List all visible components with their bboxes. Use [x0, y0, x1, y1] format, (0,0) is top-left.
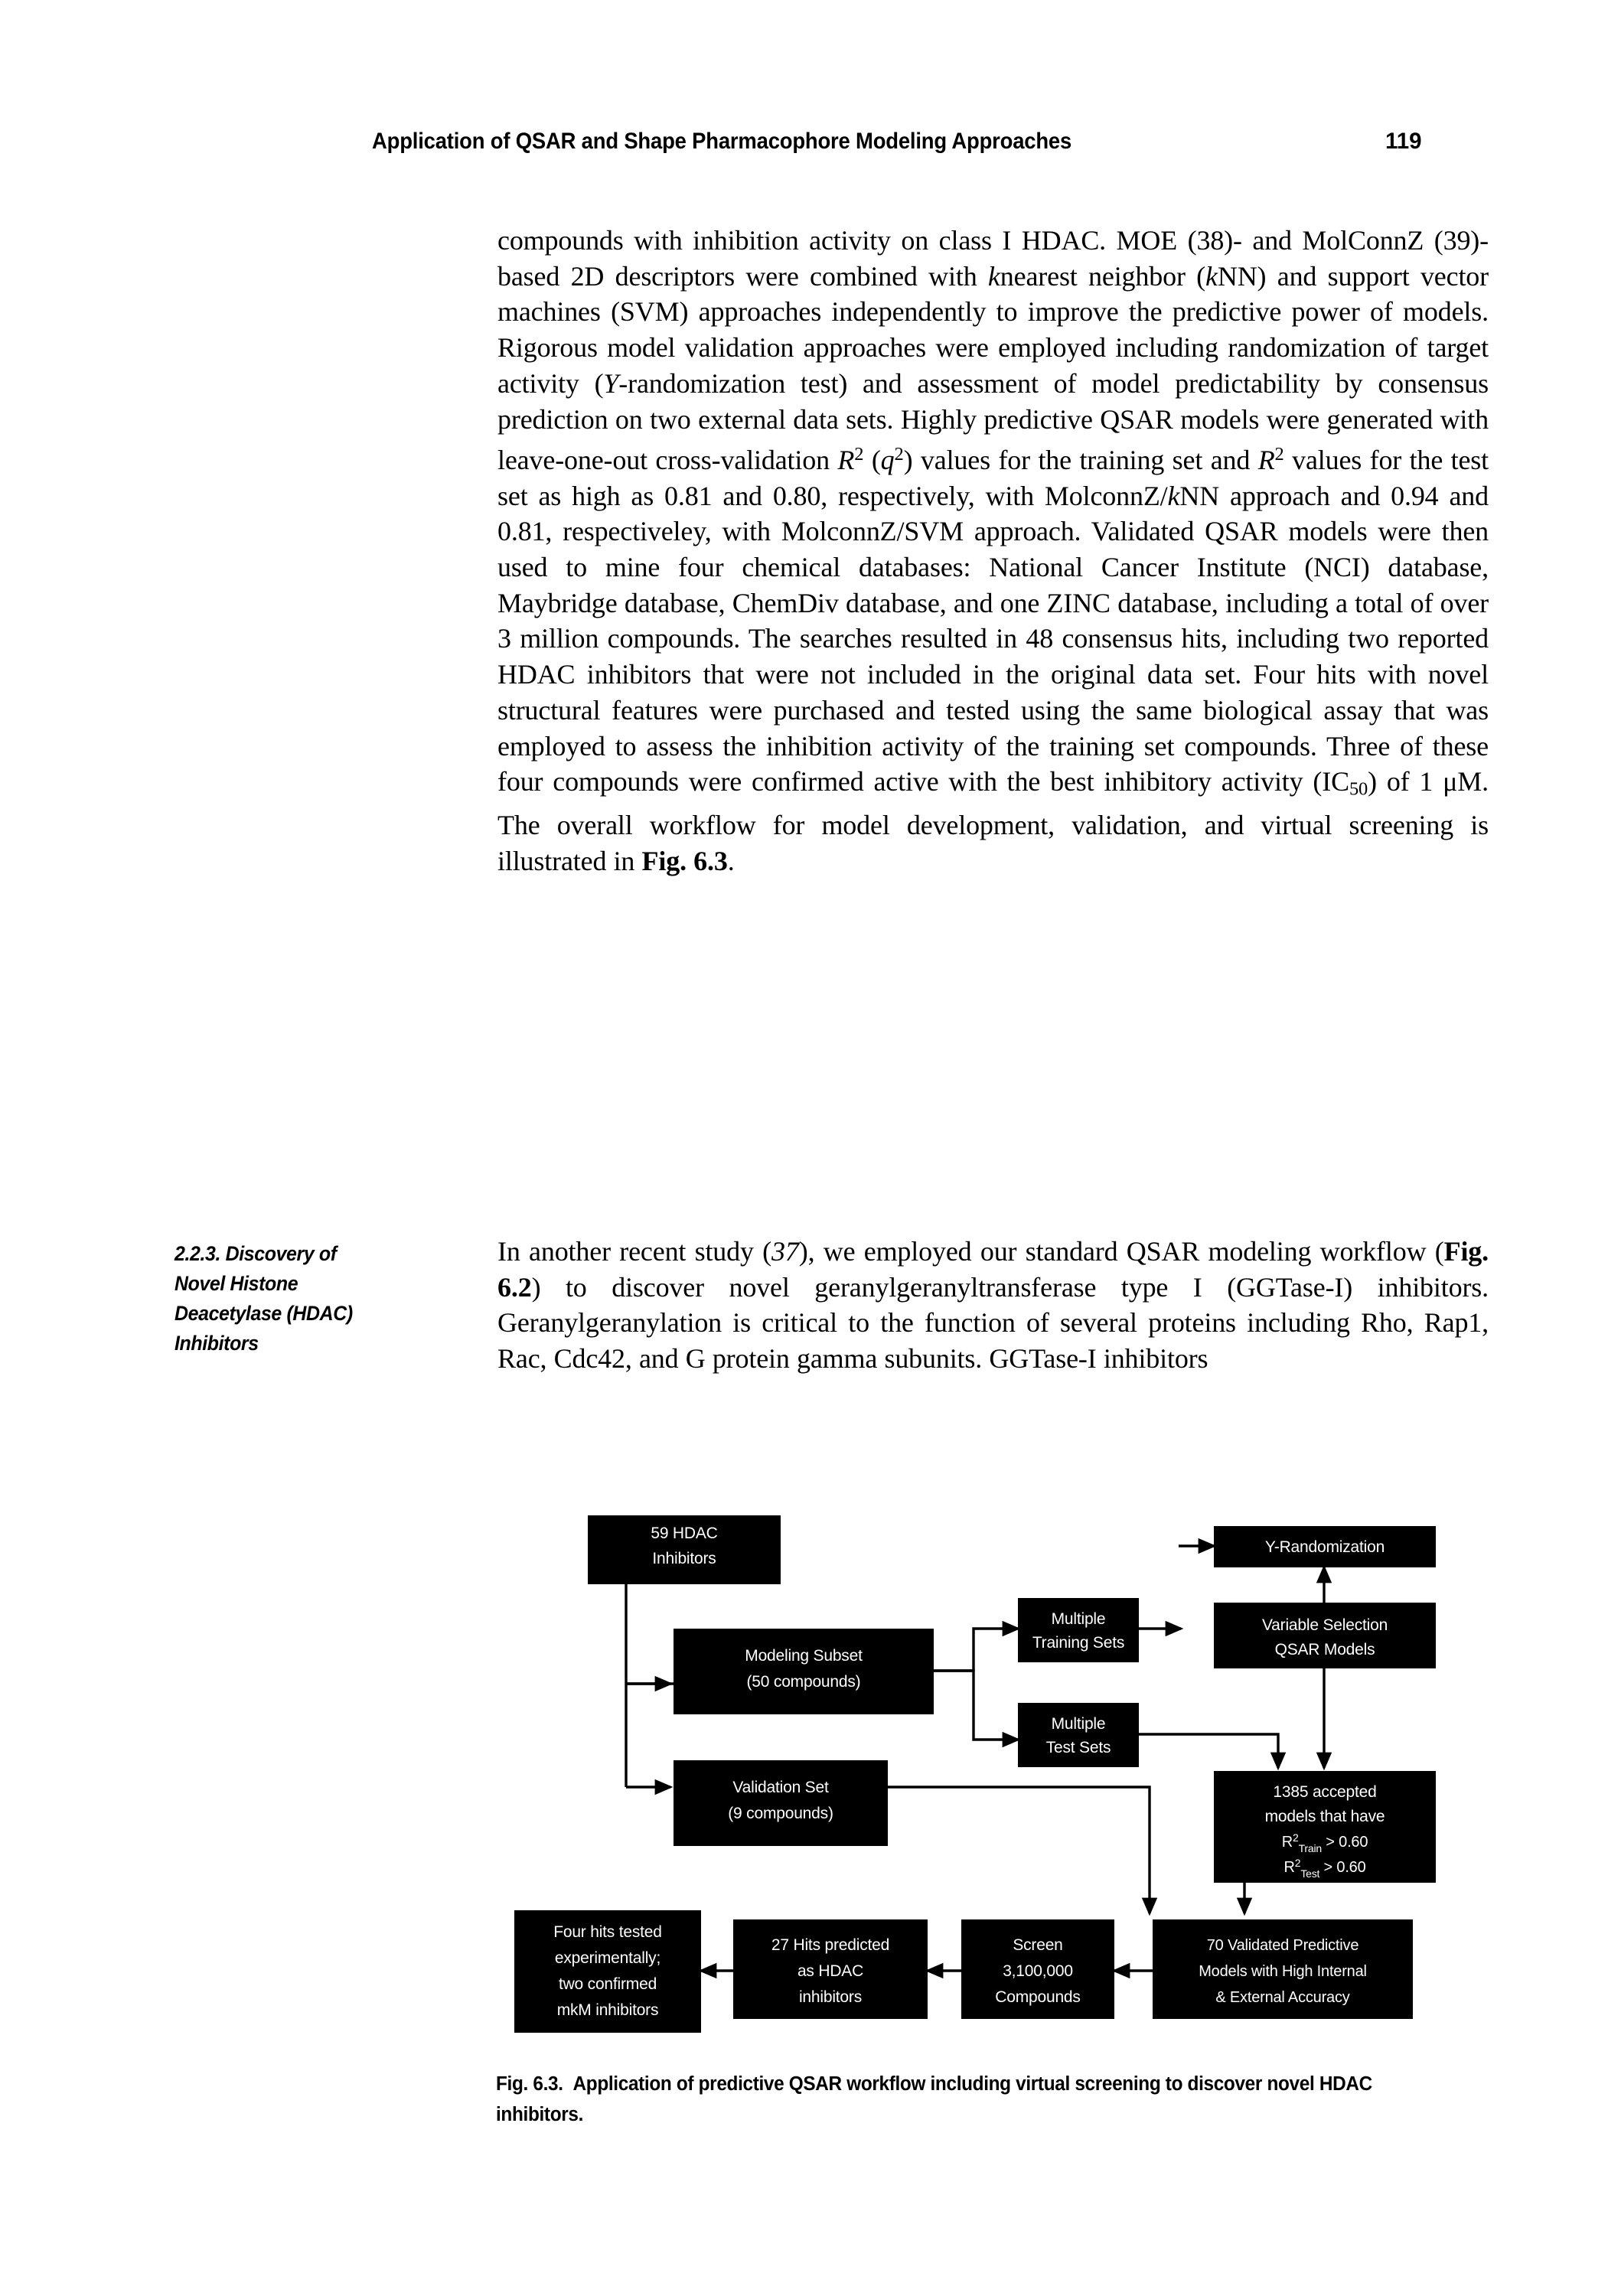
side-heading-line-2: Novel Histone — [174, 1272, 298, 1295]
p2-seg-3: ) to discover novel geranylgeranyltransf… — [497, 1271, 1489, 1375]
side-heading-line-1: 2.2.3. Discovery of — [174, 1242, 337, 1265]
connector-subset-to-training-sets — [934, 1620, 1021, 1672]
p1-seg-10: . — [727, 846, 735, 877]
body-paragraph-1: compounds with inhibition activity on cl… — [497, 223, 1489, 879]
node-box — [1018, 1598, 1139, 1662]
node-label-line-3: inhibitors — [799, 1988, 862, 2006]
node-label-line-1: Variable Selection — [1262, 1616, 1388, 1634]
node-label-line-1: 27 Hits predicted — [771, 1936, 889, 1954]
node-label-line-1: Multiple — [1052, 1715, 1106, 1733]
p1-seg-2: nearest neighbor ( — [1000, 260, 1205, 292]
figure-reference-6-3: Fig. 6.3 — [641, 846, 728, 877]
p1-r-symbol-1: R — [837, 444, 855, 475]
p1-upsilon-symbol: Υ — [603, 367, 619, 399]
node-label-line-2: (50 compounds) — [747, 1673, 861, 1691]
flow-node-multiple-training-sets[interactable]: Multiple Training Sets — [1018, 1598, 1139, 1662]
flow-node-modeling-subset[interactable]: Modeling Subset (50 compounds) — [674, 1629, 934, 1714]
flow-node-screen-compounds[interactable]: Screen 3,100,000 Compounds — [961, 1919, 1114, 2019]
p2-seg-1: In another recent study ( — [497, 1236, 772, 1267]
p1-subscript-50: 50 — [1349, 778, 1368, 800]
subscript-train: Train — [1299, 1842, 1322, 1854]
node-label-line-1: Four hits tested — [553, 1923, 662, 1941]
node-label-line-1: Screen — [1013, 1936, 1062, 1954]
side-heading-line-3: Deacetylase (HDAC) — [174, 1302, 353, 1325]
node-label-line-1: 59 HDAC — [651, 1525, 717, 1542]
node-label-line-4: mkM inhibitors — [557, 2001, 659, 2019]
connector-validation-set-to-validated-models — [888, 1786, 1158, 1916]
connector-subset-to-test-sets — [934, 1669, 1021, 1748]
node-label-line-2: Models with High Internal — [1199, 1963, 1367, 1980]
node-label-line-2: experimentally; — [555, 1949, 660, 1967]
p1-italic-k-1: k — [987, 260, 1000, 292]
node-label: Y-Randomization — [1265, 1538, 1385, 1556]
body-paragraph-2: In another recent study (37), we employe… — [497, 1234, 1489, 1377]
side-heading-line-4: Inhibitors — [174, 1332, 259, 1355]
paragraph-text: compounds with inhibition activity on cl… — [497, 223, 1489, 879]
flow-node-hdac-inhibitors[interactable]: 59 HDAC Inhibitors — [588, 1515, 781, 1584]
node-label-line-3: & External Accuracy — [1215, 1989, 1349, 2006]
r-symbol: R — [1282, 1834, 1293, 1851]
node-label-line-2: Training Sets — [1032, 1634, 1124, 1652]
node-label-line-2: models that have — [1265, 1808, 1385, 1825]
node-label-line-1: 1385 accepted — [1273, 1783, 1376, 1801]
page-number: 119 — [1385, 129, 1422, 154]
subscript-test: Test — [1300, 1867, 1319, 1880]
node-label-line-1: Validation Set — [732, 1779, 829, 1796]
node-label-line-2: Test Sets — [1046, 1739, 1111, 1756]
flow-node-y-randomization[interactable]: Y-Randomization — [1214, 1526, 1436, 1567]
running-head: Application of QSAR and Shape Pharmacoph… — [0, 129, 1608, 164]
flow-node-accepted-models[interactable]: 1385 accepted models that have R2Train >… — [1214, 1771, 1436, 1883]
p1-q-symbol: q — [880, 444, 895, 475]
figure-caption-text: Application of predictive QSAR workflow … — [496, 2073, 1372, 2125]
node-label-line-1: Modeling Subset — [745, 1647, 863, 1665]
figure-caption-label: Fig. 6.3. — [496, 2073, 563, 2095]
section-side-heading: 2.2.3. Discovery of Novel Histone Deacet… — [174, 1239, 433, 1358]
p1-superscript-2: 2 — [894, 444, 904, 465]
citation-37: 37 — [771, 1236, 799, 1267]
p1-r-symbol-2: R — [1257, 444, 1275, 475]
node-label-line-2: QSAR Models — [1275, 1641, 1375, 1658]
flow-node-variable-selection-qsar-models[interactable]: Variable Selection QSAR Models — [1214, 1603, 1436, 1668]
flow-node-multiple-test-sets[interactable]: Multiple Test Sets — [1018, 1703, 1139, 1767]
p1-seg-5: ( — [863, 444, 881, 475]
node-label-line-2: as HDAC — [797, 1962, 863, 1980]
node-box — [1018, 1703, 1139, 1767]
p1-italic-k-3: k — [1167, 480, 1180, 511]
threshold-train: > 0.60 — [1322, 1834, 1368, 1851]
flow-node-hits-tested[interactable]: Four hits tested experimentally; two con… — [514, 1910, 701, 2033]
paragraph-text: In another recent study (37), we employe… — [497, 1234, 1489, 1377]
p1-seg-8: NN approach and 0.94 and 0.81, respectiv… — [497, 480, 1489, 797]
node-label-line-3: Compounds — [995, 1988, 1080, 2006]
node-box — [674, 1629, 934, 1714]
node-label-line-2: Inhibitors — [652, 1550, 716, 1567]
node-label-line-1: Multiple — [1052, 1610, 1106, 1628]
p1-superscript-3: 2 — [1274, 444, 1284, 465]
node-box — [674, 1760, 888, 1846]
p1-seg-6: ) values for the training set and — [903, 444, 1258, 475]
figure-6-3-flowchart: 59 HDAC Inhibitors Modeling Subset (50 c… — [490, 1515, 1508, 2051]
p1-italic-k-2: k — [1205, 260, 1218, 292]
node-box — [1214, 1603, 1436, 1668]
flow-node-validated-predictive-models[interactable]: 70 Validated Predictive Models with High… — [1153, 1919, 1413, 2019]
flow-node-validation-set[interactable]: Validation Set (9 compounds) — [674, 1760, 888, 1846]
p1-superscript-1: 2 — [854, 444, 864, 465]
node-label-line-3: two confirmed — [559, 1975, 657, 1993]
connector-test-sets-to-accepted — [1139, 1733, 1287, 1771]
p2-seg-2: ), we employed our standard QSAR modelin… — [798, 1236, 1444, 1267]
figure-caption: Fig. 6.3. Application of predictive QSAR… — [496, 2069, 1461, 2130]
r-symbol: R — [1283, 1859, 1294, 1876]
flow-node-hits-predicted[interactable]: 27 Hits predicted as HDAC inhibitors — [733, 1919, 928, 2019]
node-label-line-2: (9 compounds) — [728, 1805, 833, 1822]
node-label-line-1: 70 Validated Predictive — [1207, 1937, 1359, 1954]
threshold-test: > 0.60 — [1319, 1859, 1365, 1876]
node-label-line-2: 3,100,000 — [1003, 1962, 1073, 1980]
running-head-title: Application of QSAR and Shape Pharmacoph… — [372, 129, 1072, 154]
